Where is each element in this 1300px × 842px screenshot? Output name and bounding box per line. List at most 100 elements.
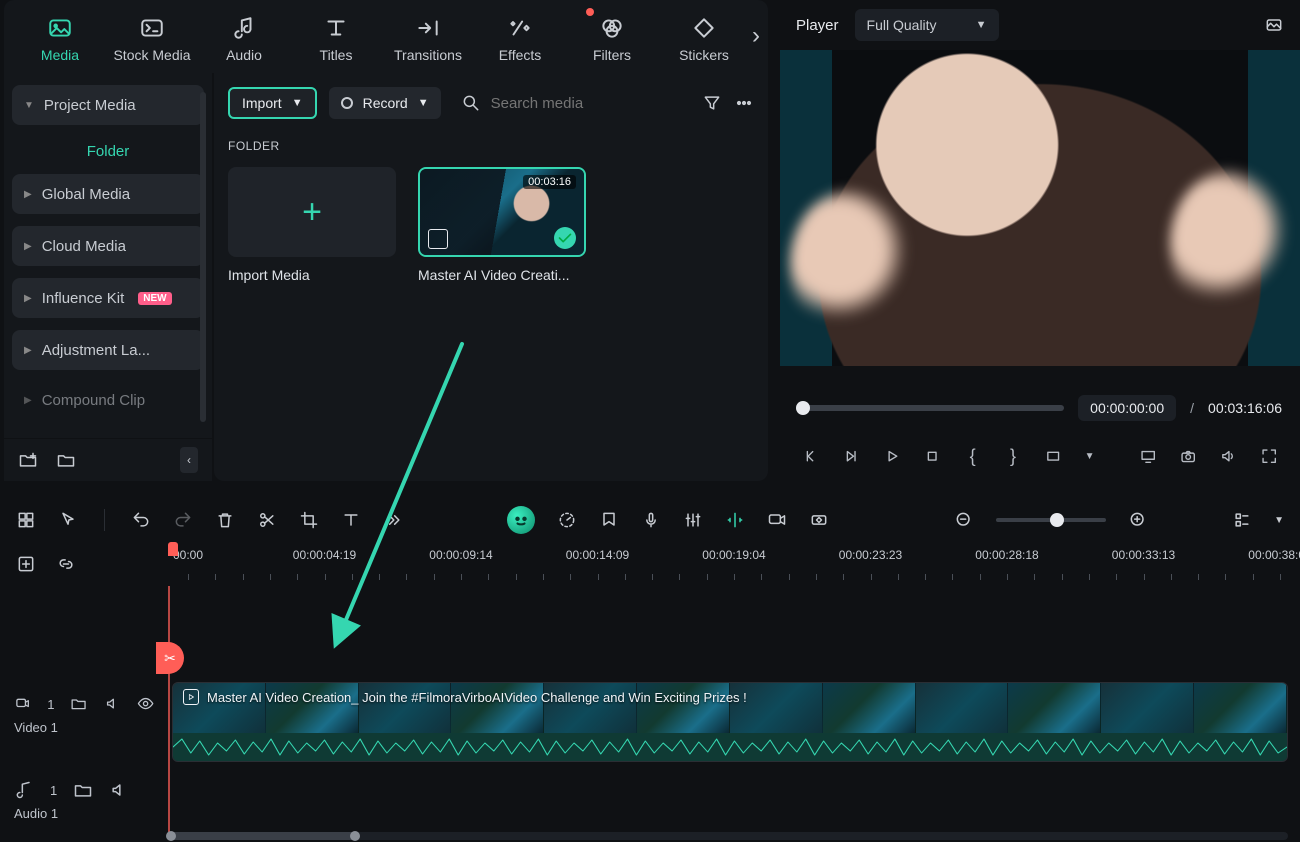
more-icon[interactable] — [734, 93, 754, 113]
track-folder-icon[interactable] — [70, 694, 87, 714]
audio-track-name: Audio 1 — [14, 806, 154, 821]
tab-transitions[interactable]: Transitions — [382, 6, 474, 72]
sidebar-item-cloud-media[interactable]: ▶ Cloud Media — [12, 226, 204, 266]
sidebar-item-adjustment-layer[interactable]: ▶ Adjustment La... — [12, 330, 204, 370]
sidebar-item-project-media[interactable]: ▼ Project Media — [12, 85, 204, 125]
track-mute-icon[interactable] — [109, 780, 129, 800]
media-grid: + Import Media 00:03:16 Master AI Video … — [228, 167, 754, 283]
track-view-icon[interactable] — [1232, 510, 1252, 530]
audio-track-icon — [14, 780, 34, 800]
tab-stickers-label: Stickers — [679, 47, 729, 63]
track-mute-icon[interactable] — [104, 694, 121, 714]
filter-icon[interactable] — [702, 93, 722, 113]
timeline-body: ✂ 1 Video 1 1 Audio 1 Master AI Vi — [0, 586, 1300, 842]
sidebar-item-influence-kit[interactable]: ▶ Influence Kit NEW — [12, 278, 204, 318]
auto-beat-icon[interactable] — [725, 510, 745, 530]
zoom-in-icon[interactable] — [1128, 510, 1148, 530]
ruler-timestamp: 00:00:33:13 — [1112, 548, 1175, 562]
mark-out-icon[interactable]: } — [1004, 446, 1022, 466]
crop-icon[interactable] — [299, 510, 319, 530]
tab-effects[interactable]: Effects — [474, 6, 566, 72]
import-button[interactable]: Import ▼ — [228, 87, 317, 119]
play-next-icon[interactable] — [842, 446, 860, 466]
delete-icon[interactable] — [215, 510, 235, 530]
keyframe-icon[interactable] — [809, 510, 829, 530]
add-track-icon[interactable] — [16, 554, 36, 574]
record-screen-icon[interactable] — [767, 510, 787, 530]
display-icon[interactable] — [1139, 446, 1157, 466]
timeline-clip[interactable]: Master AI Video Creation_ Join the #Film… — [172, 682, 1288, 762]
more-tools-icon[interactable] — [383, 510, 403, 530]
media-clip-card[interactable]: 00:03:16 Master AI Video Creati... — [418, 167, 586, 283]
tab-stickers[interactable]: Stickers — [658, 6, 750, 72]
mark-in-icon[interactable]: { — [964, 446, 982, 466]
timeline-ruler[interactable]: 00:0000:00:04:1900:00:09:1400:00:14:0900… — [0, 542, 1300, 586]
chevron-down-icon[interactable]: ▼ — [1274, 515, 1284, 526]
new-folder-icon[interactable] — [18, 450, 38, 470]
play-icon[interactable] — [883, 446, 901, 466]
zoom-out-icon[interactable] — [954, 510, 974, 530]
play-small-icon — [183, 689, 199, 705]
track-folder-icon[interactable] — [73, 780, 93, 800]
speed-icon[interactable] — [557, 510, 577, 530]
ruler-timestamp: 00:00:28:18 — [975, 548, 1038, 562]
link-icon[interactable] — [56, 554, 76, 574]
search-input[interactable] — [491, 95, 690, 112]
ruler-timestamp: 00:00:14:09 — [566, 548, 629, 562]
ai-assistant-icon[interactable] — [507, 506, 535, 534]
chevron-right-icon: ▶ — [24, 345, 32, 356]
record-button[interactable]: Record ▼ — [329, 87, 441, 119]
split-icon[interactable] — [257, 510, 277, 530]
snapshot-view-icon[interactable] — [1264, 15, 1284, 35]
tab-filters[interactable]: Filters — [566, 6, 658, 72]
new-badge: NEW — [138, 292, 171, 305]
tab-transitions-label: Transitions — [394, 47, 462, 63]
voiceover-icon[interactable] — [641, 510, 661, 530]
cursor-icon[interactable] — [58, 510, 78, 530]
chevron-down-icon: ▼ — [418, 97, 429, 109]
sidebar-label: Adjustment La... — [42, 342, 150, 359]
ruler-track[interactable]: 00:0000:00:04:1900:00:09:1400:00:14:0900… — [168, 542, 1300, 586]
chevron-down-icon[interactable]: ▼ — [1085, 451, 1095, 462]
marker-icon[interactable] — [599, 510, 619, 530]
tab-titles[interactable]: Titles — [290, 6, 382, 72]
layout-icon[interactable] — [16, 510, 36, 530]
import-media-card[interactable]: + Import Media — [228, 167, 396, 283]
search-wrap — [453, 93, 690, 113]
tab-audio[interactable]: Audio — [198, 6, 290, 72]
cut-badge-icon[interactable]: ✂ — [156, 642, 184, 674]
tab-media[interactable]: Media — [14, 6, 106, 72]
prev-frame-icon[interactable] — [802, 446, 820, 466]
sidebar-item-global-media[interactable]: ▶ Global Media — [12, 174, 204, 214]
redo-icon[interactable] — [173, 510, 193, 530]
track-visibility-icon[interactable] — [137, 694, 154, 714]
tabs-more-icon[interactable]: › — [752, 22, 760, 50]
player-quality-select[interactable]: Full Quality ▼ — [855, 9, 999, 41]
sidebar-item-compound-clip[interactable]: ▶ Compound Clip — [12, 382, 204, 418]
sidebar-scrollbar[interactable] — [200, 92, 206, 422]
video-frame-detail — [1170, 170, 1290, 320]
tab-stock-media[interactable]: Stock Media — [106, 6, 198, 72]
zoom-slider[interactable] — [996, 518, 1106, 522]
camera-icon[interactable] — [1179, 446, 1197, 466]
audio-mixer-icon[interactable] — [683, 510, 703, 530]
sidebar-folder-label[interactable]: Folder — [12, 137, 204, 174]
fullscreen-icon[interactable] — [1260, 446, 1278, 466]
new-bin-icon[interactable] — [56, 450, 76, 470]
timeline-scrollbar[interactable] — [168, 832, 1288, 840]
undo-icon[interactable] — [131, 510, 151, 530]
clip-type-icon — [428, 229, 448, 249]
scrub-bar[interactable] — [798, 405, 1064, 411]
stop-icon[interactable] — [923, 446, 941, 466]
sidebar-collapse-icon[interactable]: ‹ — [180, 447, 198, 473]
player-transport: 00:00:00:00 / 00:03:16:06 — [780, 386, 1300, 430]
text-icon[interactable] — [341, 510, 361, 530]
chevron-right-icon: ▶ — [24, 189, 32, 200]
clip-waveform — [173, 733, 1287, 761]
player-viewport[interactable] — [780, 50, 1300, 366]
volume-icon[interactable] — [1219, 446, 1237, 466]
sidebar-label: Cloud Media — [42, 238, 126, 255]
playhead-handle[interactable] — [168, 542, 178, 556]
player-panel: Player Full Quality ▼ 00:00:00:00 / 00:0… — [780, 0, 1300, 482]
aspect-icon[interactable] — [1044, 446, 1062, 466]
